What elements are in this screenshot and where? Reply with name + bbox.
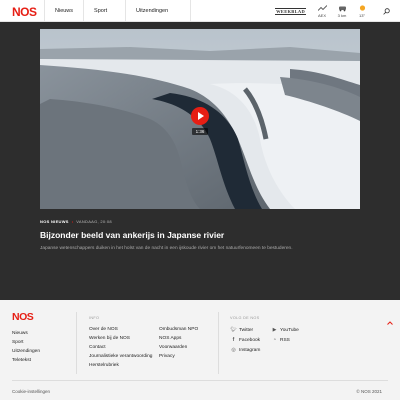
social-rss[interactable]: ◔ RSS — [271, 337, 290, 343]
nav-item-sport[interactable]: Sport — [83, 0, 125, 22]
play-button[interactable] — [191, 107, 209, 125]
site-header: NOS Nieuws Sport Uitzendingen WEEKBLAD A… — [0, 0, 400, 22]
link-ombudsman[interactable]: Ombudsman NPO — [159, 327, 198, 332]
article-source[interactable]: NOS NIEUWS — [40, 219, 69, 224]
social-twitter[interactable]: 🐦︎ Twitter — [230, 327, 253, 333]
footer-nav: Nieuws Sport Uitzendingen Teletekst — [12, 331, 40, 367]
traffic-widget[interactable]: 3 km — [334, 4, 350, 18]
link-werken-bij[interactable]: Werken bij de NOS — [89, 336, 152, 341]
footer-nav-teletekst[interactable]: Teletekst — [12, 358, 40, 363]
search-icon — [382, 7, 390, 15]
link-contact[interactable]: Contact — [89, 345, 152, 350]
footer-divider — [76, 312, 77, 374]
rss-icon: ◔ — [272, 337, 277, 343]
traffic-label: 3 km — [337, 13, 347, 18]
link-journalistieke-verantwoording[interactable]: Journalistieke verantwoording — [89, 354, 152, 359]
weather-widget[interactable]: 13° — [354, 4, 370, 18]
video-duration: 1:36 — [192, 128, 208, 135]
link-nos-apps[interactable]: NOS Apps — [159, 336, 198, 341]
nav-item-nieuws[interactable]: Nieuws — [44, 0, 83, 22]
link-herstelrubriek[interactable]: Herstelrubriek — [89, 363, 152, 368]
social-heading: VOLG DE NOS — [230, 316, 260, 320]
link-voorwaarden[interactable]: Voorwaarden — [159, 345, 198, 350]
instagram-icon: ◎ — [231, 347, 236, 353]
main-nav: Nieuws Sport Uitzendingen — [44, 0, 192, 22]
twitter-icon: 🐦︎ — [230, 327, 237, 333]
site-footer: NOS — [0, 300, 400, 400]
footer-nav-sport[interactable]: Sport — [12, 340, 40, 345]
weather-sun-icon — [359, 5, 365, 11]
twitter-label: Twitter — [239, 327, 254, 333]
info-column-2: Ombudsman NPO NOS Apps Voorwaarden Priva… — [159, 327, 198, 363]
footer-divider-2 — [218, 312, 219, 374]
weather-label: 13° — [358, 13, 366, 18]
social-instagram[interactable]: ◎ Instagram — [230, 347, 260, 353]
logo-letter-n: N — [12, 5, 21, 19]
cookie-settings-link[interactable]: Cookie-instellingen — [12, 389, 50, 394]
facebook-label: Facebook — [239, 337, 261, 343]
footer-nav-uitzendingen[interactable]: Uitzendingen — [12, 349, 40, 354]
search-button[interactable] — [378, 0, 394, 22]
footer-bottom-divider — [12, 380, 388, 381]
info-heading: INFO — [89, 316, 100, 320]
article-title: Bijzonder beeld van ankerijs in Japanse … — [40, 230, 225, 240]
chevron-up-icon — [387, 321, 393, 325]
article-description: Japanse wetenschappers duiken in het hol… — [40, 246, 293, 251]
article-hero: 1:36 NOS NIEUWS • VANDAAG, 20:08 Bijzonder… — [0, 22, 400, 300]
article-meta: NOS NIEUWS • VANDAAG, 20:08 — [40, 219, 112, 224]
video-player[interactable]: 1:36 — [40, 29, 360, 209]
rss-label: RSS — [280, 337, 290, 343]
article-date: VANDAAG, 20:08 — [76, 219, 112, 224]
traffic-car-icon — [338, 6, 346, 12]
meta-separator: • — [71, 219, 74, 224]
aex-widget[interactable]: AEX — [314, 4, 330, 18]
facebook-icon: f — [232, 337, 235, 343]
back-to-top-button[interactable] — [386, 314, 394, 325]
footer-logo-letters-os: OS — [19, 311, 34, 323]
youtube-label: YouTube — [280, 327, 299, 333]
header-right: WEEKBLAD AEX 3 km 13° — [275, 0, 400, 22]
weekblad-logo[interactable]: WEEKBLAD — [275, 7, 306, 15]
copyright: © NOS 2021 — [356, 389, 382, 394]
footer-nav-nieuws[interactable]: Nieuws — [12, 331, 40, 336]
instagram-label: Instagram — [239, 347, 261, 353]
link-over-de-nos[interactable]: Over de NOS — [89, 327, 152, 332]
youtube-icon: ▶ — [272, 327, 277, 333]
aex-label: AEX — [317, 13, 326, 18]
info-column-1: Over de NOS Werken bij de NOS Contact Jo… — [89, 327, 152, 372]
social-youtube[interactable]: ▶ YouTube — [271, 327, 299, 333]
stock-chart-icon — [317, 5, 327, 11]
social-facebook[interactable]: f Facebook — [230, 337, 260, 343]
nav-item-uitzendingen[interactable]: Uitzendingen — [125, 0, 192, 22]
link-privacy[interactable]: Privacy — [159, 354, 198, 359]
footer-nos-logo[interactable]: NOS — [12, 311, 34, 323]
